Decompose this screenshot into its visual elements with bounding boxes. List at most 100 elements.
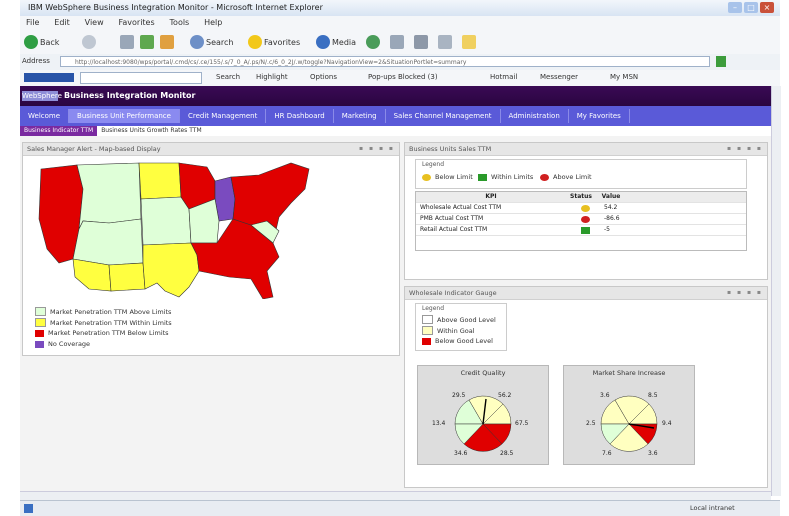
stop-button[interactable] — [120, 34, 134, 50]
security-zone: Local intranet — [690, 504, 735, 512]
brand-logo: WebSphere — [22, 91, 62, 101]
tab-business-unit-performance[interactable]: Business Unit Performance — [69, 109, 180, 123]
gauge-portlet-title: Wholesale Indicator Gauge — [409, 289, 497, 297]
portlet-tools-icon[interactable]: ▪ ▪ ▪ ▪ — [359, 143, 395, 155]
legend-swatch-below — [35, 329, 44, 337]
legend-swatch-above-goal — [422, 315, 433, 324]
links-search-button[interactable]: Search — [216, 73, 240, 81]
vertical-scrollbar[interactable] — [771, 86, 781, 496]
menu-view[interactable]: View — [85, 18, 104, 27]
address-bar: Address http://localhost:9080/wps/portal… — [20, 54, 780, 70]
below-limit-icon — [422, 173, 431, 181]
refresh-button[interactable] — [140, 34, 154, 50]
legend-swatch-within-goal — [422, 326, 433, 335]
gauge-dial — [600, 395, 658, 452]
kpi-name: Wholesale Actual Cost TTM — [420, 204, 502, 211]
my-msn-link[interactable]: My MSN — [610, 73, 638, 81]
menu-tools[interactable]: Tools — [170, 18, 190, 27]
gauge-legend-above: Above Good Level — [422, 315, 496, 324]
indicator-legend-box: Legend Below Limit Within Limits Above L… — [415, 159, 747, 189]
minimize-icon[interactable]: – — [728, 2, 742, 13]
map-portlet: Sales Manager Alert - Map-based Display … — [22, 142, 400, 356]
gauge-portlet-header: Wholesale Indicator Gauge ▪ ▪ ▪ ▪ — [405, 287, 767, 300]
kpi-value: -5 — [604, 226, 610, 233]
below-limit-icon — [580, 204, 590, 212]
map-region-plains[interactable] — [140, 196, 192, 246]
popups-blocked-button[interactable]: Pop-ups Blocked (3) — [368, 73, 438, 81]
map-region-texas[interactable] — [142, 242, 200, 298]
messenger-link[interactable]: Messenger — [540, 73, 578, 81]
maximize-icon[interactable]: □ — [744, 2, 758, 13]
search-field[interactable] — [80, 72, 202, 84]
map-region-dakotas[interactable] — [138, 162, 182, 200]
edit-button[interactable] — [438, 34, 452, 50]
window-title: IBM WebSphere Business Integration Monit… — [28, 3, 323, 12]
tab-welcome[interactable]: Welcome — [20, 109, 70, 123]
media-icon — [316, 35, 330, 49]
main-nav: Welcome Business Unit Performance Credit… — [20, 106, 771, 126]
legend-swatch-below-goal — [422, 337, 431, 345]
stop-icon — [120, 35, 134, 49]
search-button[interactable]: Search — [190, 34, 233, 50]
back-button[interactable]: Back — [24, 34, 59, 50]
history-button[interactable] — [366, 34, 380, 50]
menu-edit[interactable]: Edit — [54, 18, 70, 27]
mail-button[interactable] — [390, 34, 404, 50]
col-status: Status — [570, 193, 592, 200]
table-row[interactable]: PMB Actual Cost TTM -86.6 — [416, 214, 746, 225]
menu-favorites[interactable]: Favorites — [119, 18, 155, 27]
tab-sales-channel-management[interactable]: Sales Channel Management — [386, 109, 501, 123]
tab-marketing[interactable]: Marketing — [334, 109, 386, 123]
favorites-button[interactable]: Favorites — [248, 34, 300, 50]
print-button[interactable] — [414, 34, 428, 50]
address-input[interactable]: http://localhost:9080/wps/portal/.cmd/cs… — [60, 56, 710, 67]
kpi-table-header: KPI Status Value — [416, 192, 746, 203]
portal-content: Sales Manager Alert - Map-based Display … — [20, 136, 771, 491]
forward-button[interactable] — [82, 34, 96, 50]
table-row[interactable]: Retail Actual Cost TTM -5 — [416, 225, 746, 236]
legend-swatch-above — [35, 307, 46, 316]
hotmail-link[interactable]: Hotmail — [490, 73, 517, 81]
highlight-button[interactable]: Highlight — [256, 73, 288, 81]
forward-arrow-icon — [82, 35, 96, 49]
menubar: File Edit View Favorites Tools Help — [20, 16, 780, 30]
folder-button[interactable] — [462, 34, 476, 50]
media-button[interactable]: Media — [316, 34, 356, 50]
indicator-legend-below: Below Limit — [422, 173, 473, 181]
map-portlet-title: Sales Manager Alert - Map-based Display — [27, 145, 161, 153]
subtab-growth-rates[interactable]: Business Units Growth Rates TTM — [97, 126, 205, 136]
map-legend-no-coverage: No Coverage — [35, 340, 90, 348]
gauge-credit-quality: Credit Quality 29.5 56.2 13.4 67.5 34.6 … — [417, 365, 549, 465]
portlet-tools-icon[interactable]: ▪ ▪ ▪ ▪ — [727, 287, 763, 299]
close-icon[interactable]: × — [760, 2, 774, 13]
map-region-new-mexico[interactable] — [108, 262, 146, 292]
table-row[interactable]: Wholesale Actual Cost TTM 54.2 — [416, 203, 746, 214]
tab-my-favorites[interactable]: My Favorites — [569, 109, 630, 123]
go-icon[interactable] — [716, 56, 726, 67]
col-value: Value — [601, 193, 621, 200]
legend-swatch-no-coverage — [35, 340, 44, 348]
tab-administration[interactable]: Administration — [501, 109, 569, 123]
map-region-southwest[interactable] — [72, 218, 144, 266]
home-button[interactable] — [160, 34, 174, 50]
kpi-name: Retail Actual Cost TTM — [420, 226, 488, 233]
map-region-northwest[interactable] — [76, 162, 142, 230]
subtab-business-indicator[interactable]: Business Indicator TTM — [20, 126, 98, 136]
gauge-market-share: Market Share Increase 3.6 8.5 2.5 9.4 7.… — [563, 365, 695, 465]
status-bar: Local intranet — [20, 500, 780, 516]
within-limits-icon — [580, 226, 590, 234]
kpi-value: 54.2 — [604, 204, 618, 211]
col-kpi: KPI — [485, 193, 497, 200]
tab-hr-dashboard[interactable]: HR Dashboard — [266, 109, 334, 123]
menu-file[interactable]: File — [26, 18, 39, 27]
links-toolbar: Search Highlight Options Pop-ups Blocked… — [20, 70, 780, 87]
folder-icon — [462, 35, 476, 49]
msn-logo — [24, 73, 74, 82]
window-titlebar: IBM WebSphere Business Integration Monit… — [20, 0, 780, 17]
options-button[interactable]: Options — [310, 73, 337, 81]
tab-credit-management[interactable]: Credit Management — [180, 109, 267, 123]
portlet-tools-icon[interactable]: ▪ ▪ ▪ ▪ — [727, 143, 763, 155]
menu-help[interactable]: Help — [204, 18, 222, 27]
indicator-legend-above: Above Limit — [540, 173, 592, 181]
mail-icon — [390, 35, 404, 49]
